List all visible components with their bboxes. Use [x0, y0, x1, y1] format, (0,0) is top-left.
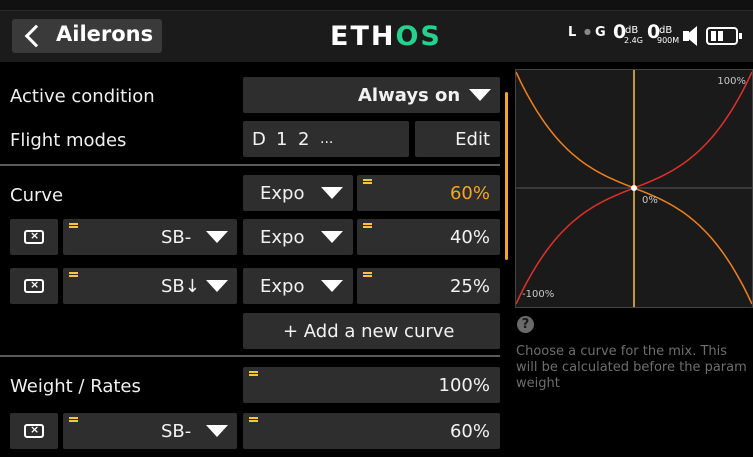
help-text: Choose a curve for the mix. This will be… — [516, 344, 747, 391]
delete-icon: × — [24, 229, 44, 244]
value-handle-icon — [69, 417, 78, 422]
curve-type-value: Expo — [260, 183, 305, 204]
curve-switch-select[interactable]: SB- — [63, 219, 237, 255]
curve-type-value: Expo — [260, 276, 305, 297]
rssi-24-band: 2.4G — [624, 36, 643, 45]
active-condition-label: Active condition — [10, 86, 155, 107]
value-handle-icon — [249, 371, 258, 376]
value-handle-icon — [69, 272, 78, 277]
weight-label: Weight / Rates — [10, 376, 141, 397]
curve-value: 60% — [449, 183, 490, 204]
curve-graph-svg: 100% 0% -100% — [516, 70, 752, 307]
rssi-900-unit: dB — [659, 25, 673, 36]
gps-icon: G — [595, 25, 606, 40]
logo-accent: OS — [395, 21, 442, 52]
dropdown-caret-icon — [469, 89, 491, 101]
value-handle-icon — [363, 272, 372, 277]
dropdown-caret-icon — [321, 280, 343, 292]
graph-label-bottom: -100% — [522, 289, 554, 300]
add-curve-label: + Add a new curve — [283, 321, 455, 342]
section-divider — [0, 355, 500, 357]
curve-switch-value: SB- — [161, 227, 192, 248]
delete-icon: × — [24, 278, 44, 293]
value-handle-icon — [69, 223, 78, 228]
curve-graph: 100% 0% -100% — [515, 69, 753, 308]
flight-modes-edit-button[interactable]: Edit — [415, 121, 500, 157]
dropdown-caret-icon — [206, 231, 228, 243]
curve-type-select[interactable]: Expo — [243, 268, 353, 304]
curve-switch-select[interactable]: SB↓ — [63, 268, 237, 304]
curve-switch-value: SB↓ — [161, 276, 200, 297]
rate-value: 60% — [449, 421, 490, 442]
value-handle-icon — [363, 223, 372, 228]
flight-modes-label: Flight modes — [10, 130, 127, 151]
curve-value-field[interactable]: 25% — [357, 268, 500, 304]
flight-mode-more: ... — [320, 131, 334, 147]
curve-value: 25% — [449, 276, 490, 297]
curve-type-select[interactable]: Expo — [243, 219, 353, 255]
value-handle-icon — [363, 179, 372, 184]
flight-mode-chip: 1 — [276, 129, 288, 150]
dot-icon: ● — [584, 27, 591, 36]
flight-mode-chip: 2 — [298, 129, 310, 150]
battery-icon — [706, 27, 742, 45]
top-bar: Ailerons ETHOS L ● G 0 dB 2.4G 0 dB 900M — [0, 0, 753, 62]
dropdown-caret-icon — [321, 187, 343, 199]
rate-switch-value: SB- — [161, 421, 192, 442]
scrollbar[interactable] — [505, 92, 508, 260]
flight-mode-chip: D — [252, 129, 266, 150]
graph-center-dot — [631, 185, 637, 191]
help-icon: ? — [517, 316, 534, 333]
add-curve-button[interactable]: + Add a new curve — [243, 313, 500, 349]
page-title: Ailerons — [56, 22, 154, 46]
curve-value-field[interactable]: 60% — [357, 175, 500, 211]
rate-switch-select[interactable]: SB- — [63, 413, 237, 449]
receiver-icon: L — [568, 25, 577, 40]
ethos-logo: ETHOS — [330, 21, 442, 52]
rssi-24-unit: dB — [625, 25, 639, 36]
delete-curve-button[interactable]: × — [10, 268, 58, 304]
weight-value: 100% — [438, 375, 490, 396]
edit-label: Edit — [455, 129, 490, 150]
dropdown-caret-icon — [206, 280, 228, 292]
speaker-icon — [685, 26, 697, 46]
chevron-left-icon — [24, 24, 48, 48]
active-condition-value: Always on — [358, 85, 461, 106]
graph-label-center: 0% — [642, 195, 658, 206]
flight-modes-field[interactable]: D 1 2 ... — [243, 121, 409, 157]
curve-type-select[interactable]: Expo — [243, 175, 353, 211]
delete-curve-button[interactable]: × — [10, 219, 58, 255]
weight-value-field[interactable]: 100% — [243, 367, 500, 403]
graph-label-top: 100% — [717, 76, 746, 87]
back-button[interactable]: Ailerons — [12, 19, 162, 53]
value-handle-icon — [249, 417, 258, 422]
logo-main: ETH — [330, 21, 396, 52]
curve-value-field[interactable]: 40% — [357, 219, 500, 255]
rssi-900-band: 900M — [657, 36, 680, 45]
curve-value: 40% — [449, 227, 490, 248]
delete-rate-button[interactable]: × — [10, 413, 58, 449]
delete-icon: × — [24, 423, 44, 438]
section-divider — [0, 164, 500, 166]
dropdown-caret-icon — [206, 425, 228, 437]
dropdown-caret-icon — [321, 231, 343, 243]
active-condition-select[interactable]: Always on — [243, 77, 500, 113]
curve-label: Curve — [10, 185, 64, 206]
curve-type-value: Expo — [260, 227, 305, 248]
rate-value-field[interactable]: 60% — [243, 413, 500, 449]
